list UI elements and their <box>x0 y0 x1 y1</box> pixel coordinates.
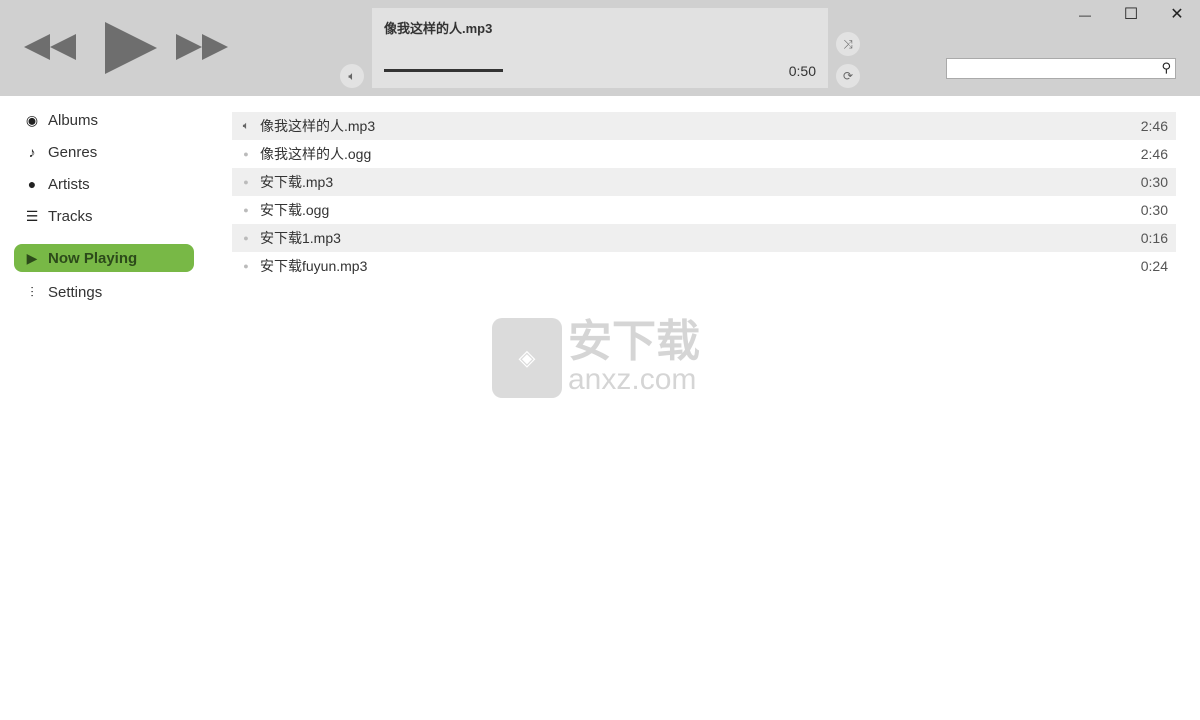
speaker-icon: 🔈︎ <box>242 119 250 132</box>
track-name: 像我这样的人.ogg <box>260 146 372 162</box>
search-icon[interactable]: ⚲ <box>1161 60 1171 76</box>
close-button[interactable]: ✕ <box>1162 4 1192 26</box>
track-duration: 2:46 <box>1140 146 1168 162</box>
track-row[interactable]: ● 像我这样的人.ogg 2:46 <box>232 140 1176 168</box>
repeat-button[interactable]: ⟳ <box>836 64 860 88</box>
sliders-icon: ⫶ <box>30 283 34 300</box>
rewind-icon <box>50 34 76 60</box>
sidebar-item-settings[interactable]: ⫶ Settings <box>14 276 194 308</box>
now-playing-title: 像我这样的人.mp3 <box>384 21 493 36</box>
play-icon <box>105 22 157 74</box>
track-name: 安下载.mp3 <box>260 174 334 190</box>
shuffle-icon: ⤨ <box>843 36 853 51</box>
sidebar-item-label: Albums <box>48 111 99 129</box>
shield-bag-icon: ◈ <box>492 318 562 398</box>
track-name: 像我这样的人.mp3 <box>260 118 376 134</box>
next-button[interactable] <box>176 34 230 62</box>
track-duration: 2:46 <box>1140 118 1168 134</box>
track-row[interactable]: ● 安下载fuyun.mp3 0:24 <box>232 252 1176 280</box>
rewind-icon <box>24 34 50 60</box>
sidebar: ◉ Albums ♪ Genres ● Artists ☰ Tracks ▶ Now Playin… <box>14 104 194 308</box>
maximize-button[interactable]: ☐ <box>1116 4 1146 26</box>
track-duration: 0:30 <box>1140 174 1168 190</box>
play-button[interactable] <box>105 22 157 74</box>
bullet-icon: ● <box>243 233 249 243</box>
search-input[interactable] <box>947 59 1147 78</box>
sidebar-item-albums[interactable]: ◉ Albums <box>14 104 194 136</box>
sidebar-item-tracks[interactable]: ☰ Tracks <box>14 200 194 232</box>
bullet-icon: ● <box>243 177 249 187</box>
track-duration: 0:30 <box>1140 202 1168 218</box>
watermark-logo: ◈ 安下载 anxz.com <box>492 318 700 398</box>
previous-button[interactable] <box>24 34 78 62</box>
track-duration: 0:16 <box>1140 230 1168 246</box>
disc-icon: ◉ <box>25 111 39 128</box>
search-box: ⚲ <box>946 58 1176 79</box>
volume-button[interactable]: 🔈︎ <box>340 64 364 88</box>
sidebar-item-genres[interactable]: ♪ Genres <box>14 136 194 168</box>
bullet-icon: ● <box>243 261 249 271</box>
person-icon: ● <box>27 176 37 192</box>
track-row[interactable]: 🔈︎ 像我这样的人.mp3 2:46 <box>232 112 1176 140</box>
track-name: 安下载1.mp3 <box>260 230 341 246</box>
sidebar-item-label: Tracks <box>48 207 93 225</box>
toolbar: 🔈︎ 像我这样的人.mp3 0:50 ⤨ ⟳ — ☐ ✕ ⚲ <box>0 0 1200 96</box>
track-list: 🔈︎ 像我这样的人.mp3 2:46 ● 像我这样的人.ogg 2:46 ● 安下载.mp3 0… <box>232 112 1176 280</box>
sidebar-item-label: Artists <box>48 175 90 193</box>
speaker-icon: 🔈︎ <box>348 68 356 83</box>
guitar-icon: ♪ <box>28 144 36 160</box>
track-row[interactable]: ● 安下载.mp3 0:30 <box>232 168 1176 196</box>
fast-forward-icon <box>202 34 228 60</box>
play-icon: ▶ <box>26 249 38 266</box>
track-row[interactable]: ● 安下载1.mp3 0:16 <box>232 224 1176 252</box>
sidebar-item-artists[interactable]: ● Artists <box>14 168 194 200</box>
fast-forward-icon <box>176 34 202 60</box>
track-name: 安下载.ogg <box>260 202 330 218</box>
bullet-icon: ● <box>243 149 249 159</box>
minimize-button[interactable]: — <box>1070 4 1100 26</box>
sidebar-item-now-playing[interactable]: ▶ Now Playing <box>14 244 194 272</box>
sidebar-item-label: Genres <box>48 143 98 161</box>
elapsed-time: 0:50 <box>788 63 816 79</box>
sidebar-item-label: Now Playing <box>48 249 138 267</box>
bullet-icon: ● <box>243 205 249 215</box>
sidebar-item-label: Settings <box>48 283 103 301</box>
track-duration: 0:24 <box>1140 258 1168 274</box>
shuffle-button[interactable]: ⤨ <box>836 32 860 56</box>
track-row[interactable]: ● 安下载.ogg 0:30 <box>232 196 1176 224</box>
now-playing-panel: 像我这样的人.mp3 0:50 <box>372 8 828 88</box>
progress-bar[interactable] <box>384 69 503 72</box>
repeat-icon: ⟳ <box>842 69 854 83</box>
track-name: 安下载fuyun.mp3 <box>260 258 368 274</box>
list-icon: ☰ <box>25 207 39 224</box>
